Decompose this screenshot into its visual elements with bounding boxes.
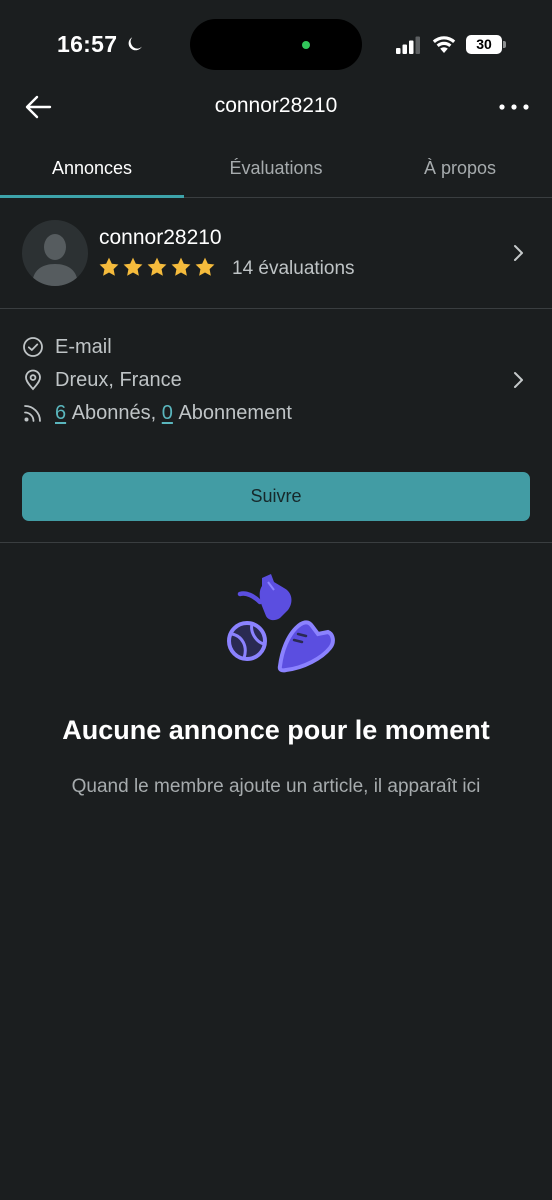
more-options-button[interactable] xyxy=(494,92,534,122)
status-bar: 16:57 30 xyxy=(0,0,552,90)
chevron-right-icon xyxy=(514,245,523,261)
chevron-right-icon xyxy=(514,372,523,388)
followers-label: Abonnés, xyxy=(71,401,157,424)
rss-icon xyxy=(22,402,44,424)
nav-bar: connor28210 xyxy=(0,86,552,130)
wifi-icon xyxy=(432,36,456,53)
status-time: 16:57 xyxy=(57,31,118,57)
avatar xyxy=(22,220,88,286)
location-row: Dreux, France xyxy=(22,368,182,392)
tab-a-propos[interactable]: À propos xyxy=(368,140,552,197)
rating-count: 14 évaluations xyxy=(232,258,355,279)
check-circle-icon xyxy=(22,336,44,358)
star-icon xyxy=(171,257,191,276)
follow-button[interactable]: Suivre xyxy=(22,472,530,521)
moon-icon xyxy=(128,37,142,51)
tab-annonces[interactable]: Annonces xyxy=(0,140,184,198)
star-icon xyxy=(99,257,119,276)
profile-tabs: Annonces Évaluations À propos xyxy=(0,140,552,198)
followers-row: 6 Abonnés, 0 Abonnement xyxy=(22,401,292,425)
page-title: connor28210 xyxy=(214,94,338,117)
email-verified-row: E-mail xyxy=(22,335,112,359)
following-count-link[interactable]: 0 xyxy=(162,402,173,424)
profile-summary-row[interactable]: connor28210 14 évaluations xyxy=(0,199,552,309)
default-avatar-icon xyxy=(32,234,78,286)
empty-state-subtitle: Quand le membre ajoute un article, il ap… xyxy=(71,776,481,797)
camera-indicator-dot xyxy=(302,41,310,49)
followers-count-link[interactable]: 6 xyxy=(55,402,66,424)
empty-state-title: Aucune annonce pour le moment xyxy=(62,715,490,745)
location-text: Dreux, France xyxy=(55,368,182,391)
rating-stars xyxy=(98,256,216,278)
location-pin-icon xyxy=(22,369,44,391)
battery-tip xyxy=(503,41,506,48)
profile-username: connor28210 xyxy=(99,226,222,249)
empty-items-illustration-icon xyxy=(227,574,335,673)
signal-icon xyxy=(396,36,420,54)
more-icon xyxy=(499,104,529,110)
dynamic-island xyxy=(190,19,362,70)
star-icon xyxy=(123,257,143,276)
battery-indicator: 30 xyxy=(466,35,502,54)
tab-evaluations[interactable]: Évaluations xyxy=(184,140,368,197)
profile-info[interactable]: E-mail Dreux, France 6 Abonnés, 0 Abonne… xyxy=(0,330,552,440)
star-icon xyxy=(147,257,167,276)
email-label: E-mail xyxy=(55,335,112,358)
section-divider xyxy=(0,542,552,543)
following-label: Abonnement xyxy=(178,401,292,424)
star-icon xyxy=(195,257,215,276)
